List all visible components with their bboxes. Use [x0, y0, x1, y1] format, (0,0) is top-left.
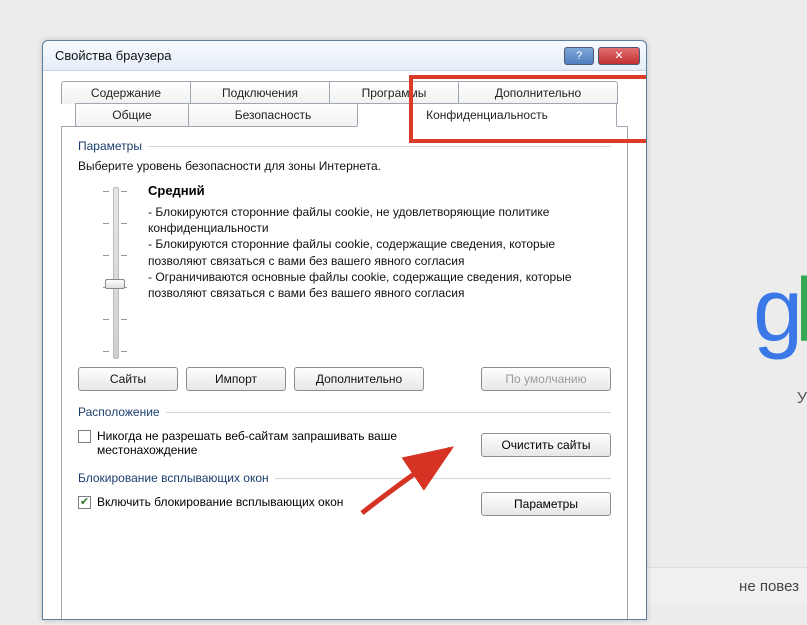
background-logo-fragment: gl: [753, 260, 807, 363]
internet-options-dialog: Свойства браузера ? ✕ Содержание Подключ…: [42, 40, 647, 620]
help-button[interactable]: ?: [564, 47, 594, 65]
tab-advanced[interactable]: Дополнительно: [458, 81, 618, 104]
close-button[interactable]: ✕: [598, 47, 640, 65]
popup-group-label: Блокирование всплывающих окон: [78, 471, 269, 485]
privacy-level-name: Средний: [148, 183, 607, 198]
privacy-level-description: - Блокируются сторонние файлы cookie, не…: [148, 204, 607, 301]
sites-button[interactable]: Сайты: [78, 367, 178, 391]
tab-panel: Параметры Выберите уровень безопасности …: [61, 126, 628, 620]
window-title: Свойства браузера: [55, 48, 560, 63]
background-footer-text: не повез: [647, 567, 807, 605]
tab-security[interactable]: Безопасность: [188, 103, 358, 127]
popup-settings-button[interactable]: Параметры: [481, 492, 611, 516]
clear-sites-button[interactable]: Очистить сайты: [481, 433, 611, 457]
titlebar: Свойства браузера ? ✕: [43, 41, 646, 71]
location-checkbox[interactable]: [78, 430, 91, 443]
background-subtitle: У: [797, 390, 807, 408]
tab-content[interactable]: Содержание: [61, 81, 191, 104]
tab-programs[interactable]: Программы: [329, 81, 459, 104]
checkmark-icon: ✔: [80, 497, 89, 508]
default-button[interactable]: По умолчанию: [481, 367, 611, 391]
import-button[interactable]: Импорт: [186, 367, 286, 391]
location-group-label: Расположение: [78, 405, 160, 419]
params-group-label: Параметры: [78, 139, 142, 153]
tab-general[interactable]: Общие: [75, 103, 189, 127]
privacy-level-slider[interactable]: [103, 187, 127, 357]
instruction-text: Выберите уровень безопасности для зоны И…: [78, 159, 611, 173]
advanced-button[interactable]: Дополнительно: [294, 367, 424, 391]
slider-thumb[interactable]: [105, 279, 125, 289]
location-checkbox-label: Никогда не разрешать веб-сайтам запрашив…: [97, 429, 417, 457]
tab-connections[interactable]: Подключения: [190, 81, 330, 104]
tab-privacy[interactable]: Конфиденциальность: [357, 103, 617, 127]
popup-checkbox-label: Включить блокирование всплывающих окон: [97, 495, 343, 509]
popup-blocker-checkbox[interactable]: ✔: [78, 496, 91, 509]
